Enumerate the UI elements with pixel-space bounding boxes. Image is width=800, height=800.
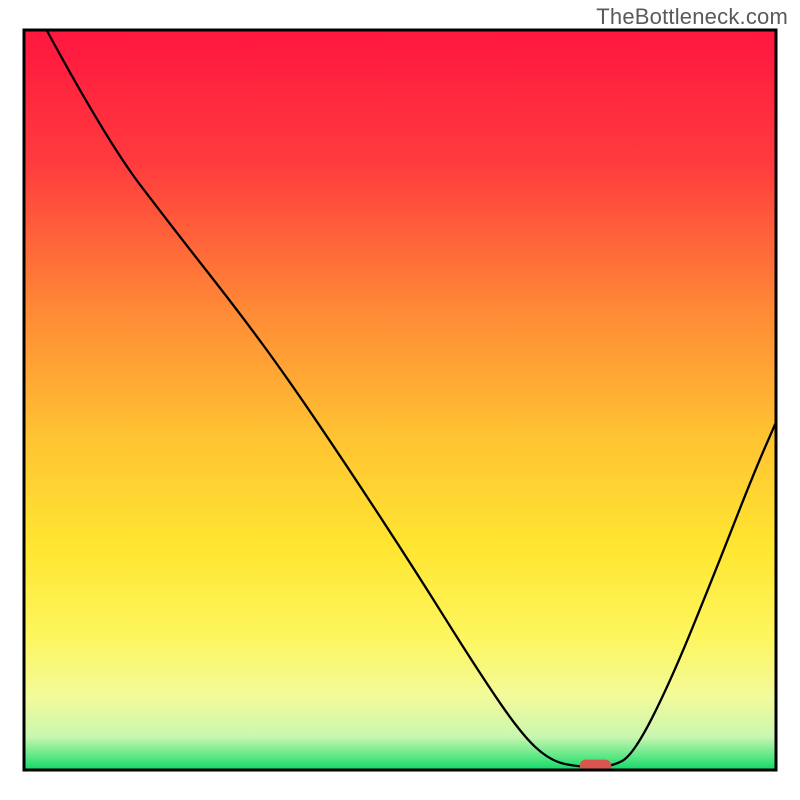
chart-stage: TheBottleneck.com <box>0 0 800 800</box>
chart-svg <box>0 0 800 800</box>
plot-background <box>24 30 776 770</box>
watermark-text: TheBottleneck.com <box>596 4 788 30</box>
